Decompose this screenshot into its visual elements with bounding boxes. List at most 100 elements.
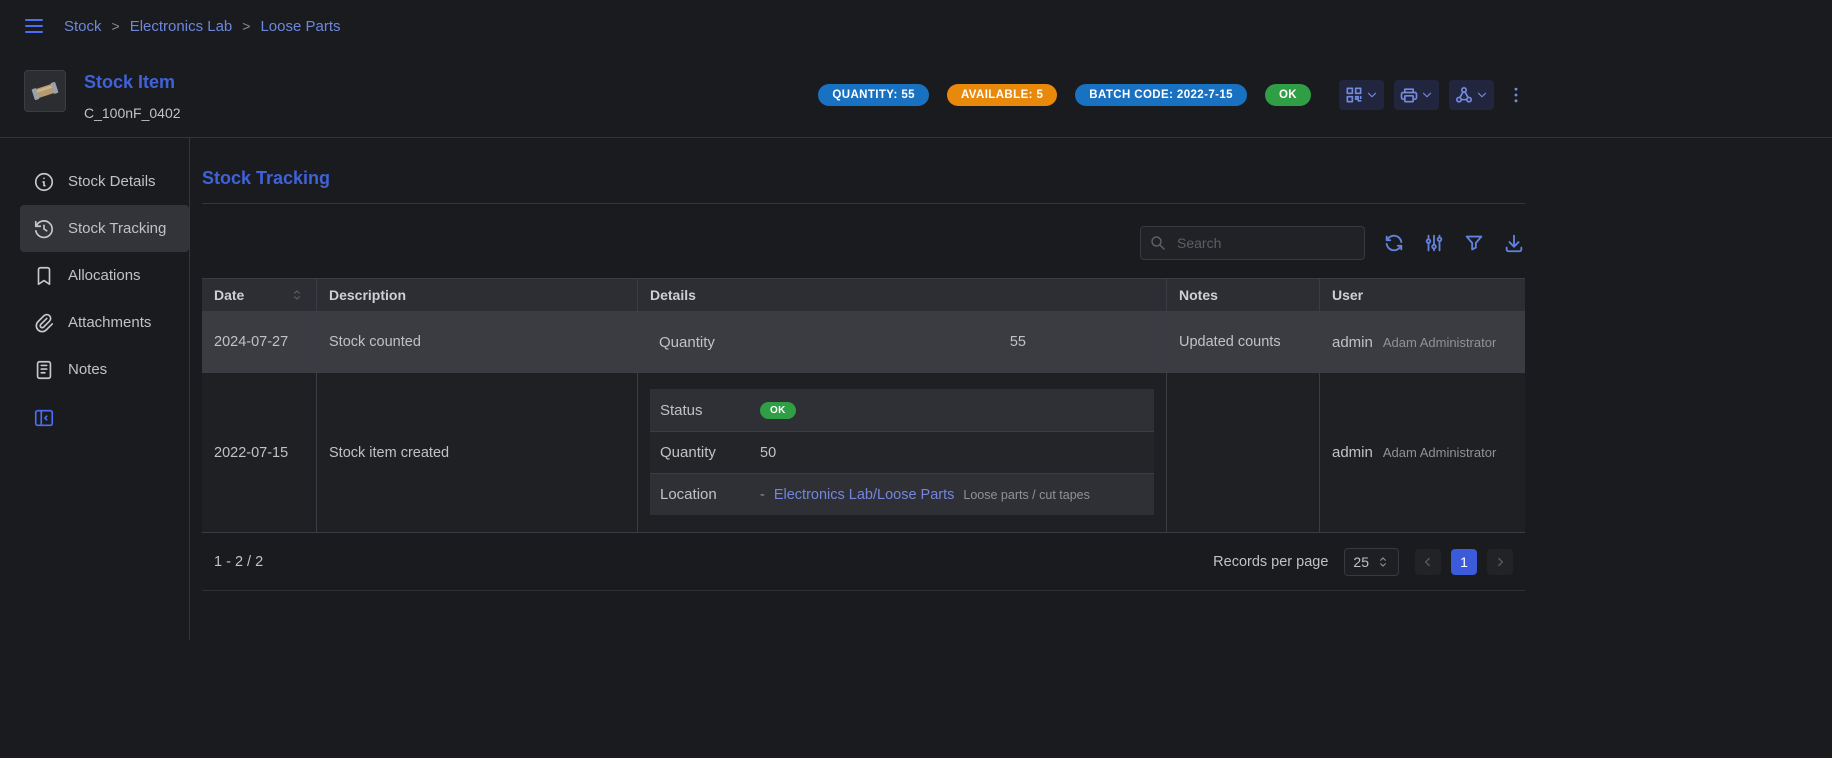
column-header-label: Date: [214, 287, 244, 303]
table-row-stock-item-created[interactable]: 2022-07-15 Stock item created Status OK …: [202, 373, 1525, 533]
location-value: - Electronics Lab/Loose Parts Loose part…: [760, 487, 1144, 503]
footer-controls: Records per page 25: [1213, 548, 1513, 576]
breadcrumb-stock[interactable]: Stock: [64, 18, 102, 35]
pagination: 1: [1415, 549, 1513, 575]
breadcrumb-separator: >: [242, 18, 250, 34]
adjustments-icon: [1423, 232, 1445, 254]
refresh-button[interactable]: [1383, 232, 1405, 254]
status-ok-pill: OK: [760, 402, 796, 419]
column-header-label: User: [1332, 287, 1363, 303]
detail-label: Quantity: [660, 444, 760, 461]
cell-description: Stock item created: [316, 373, 637, 532]
barcode-actions-button[interactable]: [1339, 80, 1384, 110]
breadcrumb: Stock > Electronics Lab > Loose Parts: [64, 18, 341, 35]
page-size-value: 25: [1353, 554, 1369, 570]
sidebar-item-attachments[interactable]: Attachments: [20, 299, 189, 346]
detail-label: Location: [660, 486, 760, 503]
app-root: Stock > Electronics Lab > Loose Parts St…: [0, 0, 1832, 640]
sidebar-item-label: Stock Details: [68, 173, 156, 190]
download-button[interactable]: [1503, 232, 1525, 254]
user-fullname: Adam Administrator: [1383, 445, 1496, 460]
cell-description: Stock counted: [316, 312, 637, 372]
pagination-next-button[interactable]: [1487, 549, 1513, 575]
filter-icon: [1463, 232, 1485, 254]
paperclip-icon: [33, 312, 55, 334]
header-right: QUANTITY: 55 AVAILABLE: 5 BATCH CODE: 20…: [818, 80, 1528, 110]
search-input[interactable]: [1140, 226, 1365, 260]
record-range: 1 - 2 / 2: [214, 554, 263, 570]
pagination-page-1[interactable]: 1: [1451, 549, 1477, 575]
user-fullname: Adam Administrator: [1383, 335, 1496, 350]
cell-date: 2024-07-27: [202, 312, 316, 372]
column-header-user[interactable]: User: [1319, 279, 1525, 311]
search-box: [1140, 226, 1365, 260]
sidebar-item-label: Attachments: [68, 314, 151, 331]
body-row: Stock Details Stock Tracking Allocations: [0, 138, 1832, 640]
sidebar-collapse-icon: [33, 407, 55, 429]
sidebar-item-label: Notes: [68, 361, 107, 378]
column-header-label: Details: [650, 287, 696, 303]
sidebar-collapse-button[interactable]: [33, 407, 55, 429]
location-description: Loose parts / cut tapes: [963, 488, 1089, 502]
page-size-select[interactable]: 25: [1344, 548, 1399, 576]
stock-actions-icon: [1454, 85, 1474, 105]
page-header: Stock Item C_100nF_0402 QUANTITY: 55 AVA…: [0, 52, 1552, 137]
breadcrumb-electronics-lab[interactable]: Electronics Lab: [130, 18, 233, 35]
column-header-date[interactable]: Date: [202, 279, 316, 311]
location-link[interactable]: Electronics Lab/Loose Parts: [774, 487, 955, 503]
pagination-prev-button[interactable]: [1415, 549, 1441, 575]
stock-item-thumbnail[interactable]: [24, 70, 66, 112]
table-columns-button[interactable]: [1423, 232, 1445, 254]
column-header-notes[interactable]: Notes: [1166, 279, 1319, 311]
detail-status: Status OK: [650, 389, 1154, 431]
filter-button[interactable]: [1463, 232, 1485, 254]
table-header-row: Date Description Details Notes User: [202, 278, 1525, 312]
detail-label: Quantity: [659, 334, 715, 351]
chevron-down-icon: [1420, 88, 1434, 102]
sidebar: Stock Details Stock Tracking Allocations: [0, 138, 190, 640]
username: admin: [1332, 444, 1373, 461]
stock-operations-button[interactable]: [1449, 80, 1494, 110]
print-actions-button[interactable]: [1394, 80, 1439, 110]
detail-quantity: Quantity 50: [650, 431, 1154, 473]
selector-icon: [1376, 555, 1390, 569]
available-badge: AVAILABLE: 5: [947, 84, 1057, 106]
cell-notes: Updated counts: [1166, 312, 1319, 372]
cell-notes: [1166, 373, 1319, 532]
sidebar-item-allocations[interactable]: Allocations: [20, 252, 189, 299]
overflow-menu-button[interactable]: [1504, 80, 1528, 110]
username: admin: [1332, 334, 1373, 351]
sidebar-item-label: Allocations: [68, 267, 141, 284]
table-footer: 1 - 2 / 2 Records per page 25: [202, 533, 1525, 591]
sidebar-item-label: Stock Tracking: [68, 220, 166, 237]
table-row-stock-counted[interactable]: 2024-07-27 Stock counted Quantity 55 Upd…: [202, 312, 1525, 373]
detail-location: Location - Electronics Lab/Loose Parts L…: [650, 473, 1154, 515]
history-icon: [33, 218, 55, 240]
dots-vertical-icon: [1506, 85, 1526, 105]
refresh-icon: [1383, 232, 1405, 254]
page-title: Stock Item: [84, 72, 181, 93]
column-header-details[interactable]: Details: [637, 279, 1166, 311]
cell-user: admin Adam Administrator: [1319, 312, 1525, 372]
printer-icon: [1399, 85, 1419, 105]
detail-quantity: Quantity 55: [650, 334, 1154, 351]
search-icon: [1149, 234, 1167, 252]
sidebar-item-stock-tracking[interactable]: Stock Tracking: [20, 205, 189, 252]
quantity-badge: QUANTITY: 55: [818, 84, 929, 106]
sidebar-item-notes[interactable]: Notes: [20, 346, 189, 393]
column-header-description[interactable]: Description: [316, 279, 637, 311]
chevron-right-icon: [1493, 555, 1507, 569]
stock-item-name: C_100nF_0402: [84, 105, 181, 121]
cell-details: Quantity 55: [637, 312, 1166, 372]
barcode-icon: [1344, 85, 1364, 105]
detail-value: 55: [1010, 334, 1026, 350]
section-heading: Stock Tracking: [202, 168, 1525, 189]
hamburger-menu-button[interactable]: [20, 12, 48, 40]
sidebar-item-stock-details[interactable]: Stock Details: [20, 158, 189, 205]
breadcrumb-loose-parts[interactable]: Loose Parts: [260, 18, 340, 35]
location-dash: -: [760, 487, 765, 503]
section-divider: [202, 203, 1525, 204]
column-header-label: Description: [329, 287, 406, 303]
cell-date: 2022-07-15: [202, 373, 316, 532]
cell-user: admin Adam Administrator: [1319, 373, 1525, 532]
